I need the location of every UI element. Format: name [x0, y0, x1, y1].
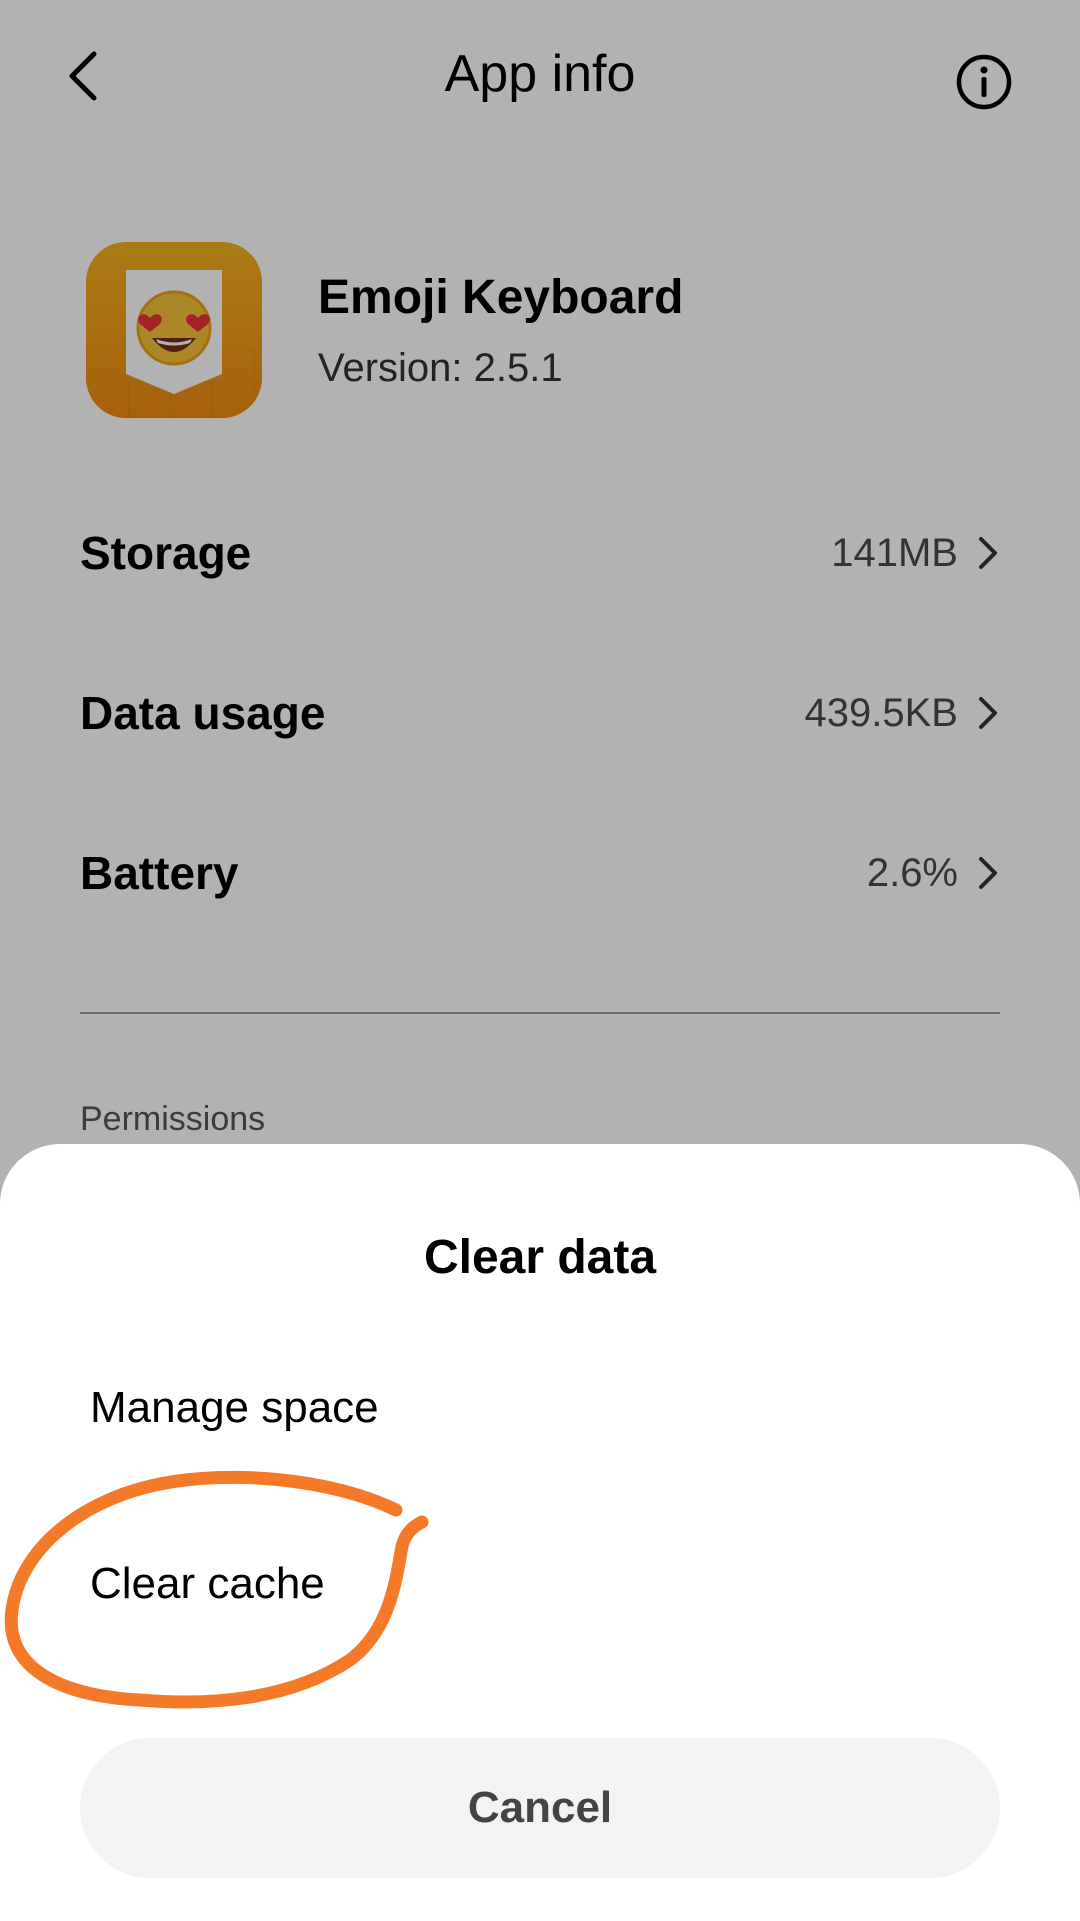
- cancel-button[interactable]: Cancel: [80, 1738, 1000, 1878]
- sheet-title: Clear data: [423, 1231, 657, 1284]
- clear-data-sheet: Clear data Manage space Clear cache Canc…: [0, 1144, 1080, 1921]
- clear-cache-option[interactable]: Clear cache: [90, 1544, 325, 1624]
- manage-space-option[interactable]: Manage space: [90, 1368, 379, 1448]
